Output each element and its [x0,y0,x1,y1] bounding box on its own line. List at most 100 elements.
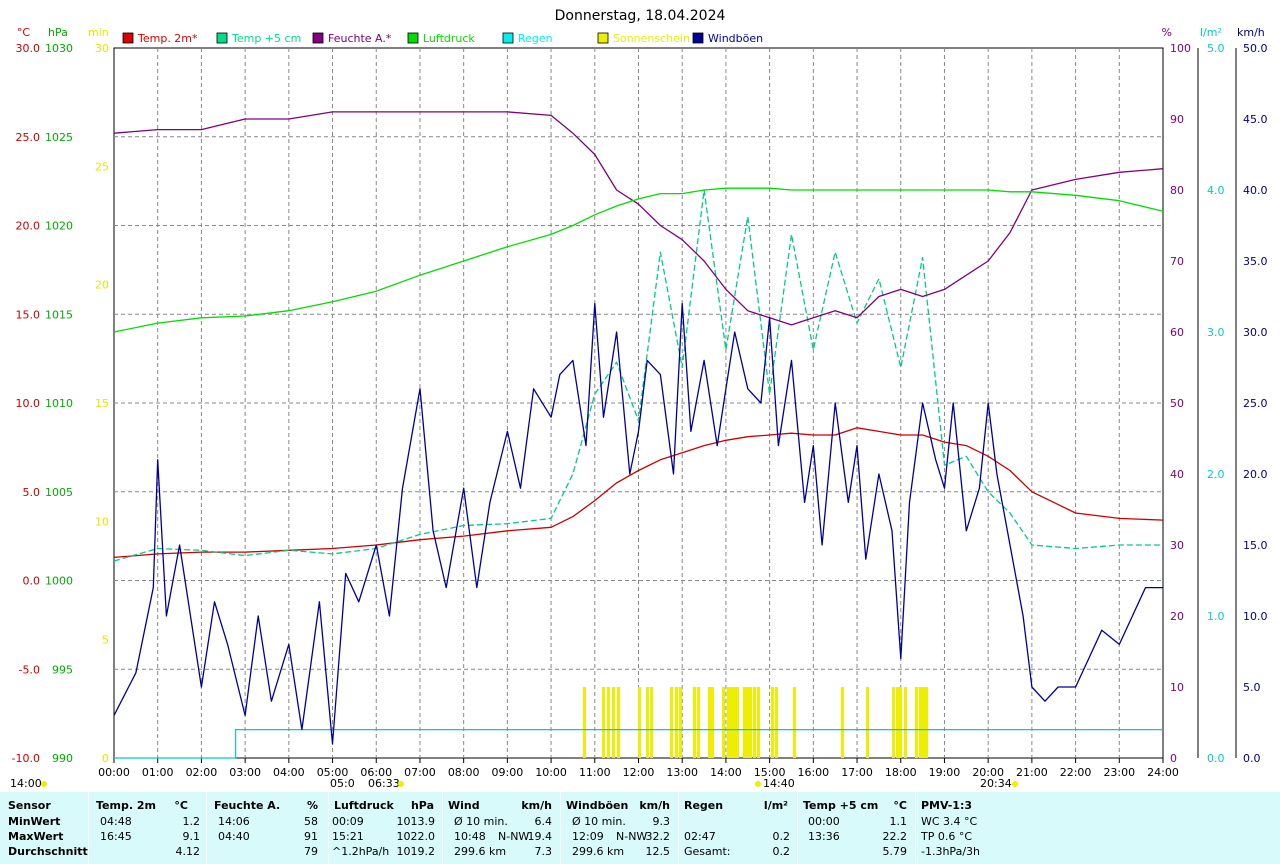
x-tick-label: 23:00 [1103,766,1135,779]
sun-event-marker [1012,781,1018,787]
x-tick-label: 00:00 [98,766,130,779]
stats-cell-time: 16:45 [100,830,132,843]
y-tick-label-temp_c: -10.0 [12,752,40,765]
chart-title: Donnerstag, 18.04.2024 [555,8,726,24]
stats-header: Feuchte A. [214,799,281,812]
y-tick-label-humidity_pct: 80 [1170,184,1184,197]
y-tick-label-wind_kmh: 45.0 [1243,113,1268,126]
stats-header: Regen [684,799,724,812]
stats-cell-time: 12:09 [572,830,604,843]
stats-cell-time: 299.6 km [454,845,507,858]
y-tick-label-pressure_hpa: 1000 [45,575,73,588]
sunshine-bar [736,687,739,758]
stats-cell-time: 13:36 [808,830,840,843]
stats-separator [442,792,443,864]
axis-title-humidity_pct: % [1162,26,1172,39]
stats-cell-value: 22.2 [882,830,908,843]
stats-separator [328,792,329,864]
axis-title-pressure_hpa: hPa [48,26,68,39]
y-tick-label-wind_kmh: 10.0 [1243,610,1268,623]
x-tick-label: 11:00 [579,766,611,779]
stats-cell-pmv: WC 3.4 °C [921,815,978,828]
stats-cell-value: 58 [304,815,318,828]
legend-swatch [407,32,419,44]
stats-row-label: MinWert [8,815,61,828]
sunshine-bar [646,687,649,758]
sunshine-bar [915,687,918,758]
legend-swatch [122,32,134,44]
y-tick-label-wind_kmh: 20.0 [1243,468,1268,481]
y-tick-label-sun_min: 0 [102,752,109,765]
sunshine-bar [675,687,678,758]
stats-cell-time: 10:48 [454,830,486,843]
sun-event-label: 14:40 [763,777,795,790]
axis-title-wind_kmh: km/h [1237,26,1265,39]
x-tick-label: 18:00 [885,766,917,779]
y-tick-label-wind_kmh: 30.0 [1243,326,1268,339]
legend-swatch [312,32,324,44]
y-tick-label-temp_c: 15.0 [16,308,41,321]
sunshine-bar [638,687,641,758]
sunshine-bar [650,687,653,758]
stats-cell-value: 9.3 [652,815,671,828]
x-tick-label: 13:00 [666,766,698,779]
y-tick-label-wind_kmh: 25.0 [1243,397,1268,410]
sunshine-bar [617,687,620,758]
y-tick-label-sun_min: 20 [95,279,109,292]
y-tick-label-rain_lm2: 5.0 [1207,42,1225,55]
x-tick-label: 08:00 [448,766,480,779]
legend-label: Feuchte A.* [328,32,392,45]
axis-title-temp_c: °C [17,26,31,39]
y-tick-label-wind_kmh: 35.0 [1243,255,1268,268]
stats-cell-time: 14:06 [218,815,250,828]
sunshine-bar [925,687,928,758]
stats-header-unit: hPa [410,799,434,812]
x-tick-label: 03:00 [229,766,261,779]
x-tick-label: 02:00 [186,766,218,779]
sun-event-label: 20:34 [980,777,1012,790]
y-tick-label-rain_lm2: 2.0 [1207,468,1225,481]
y-tick-label-humidity_pct: 90 [1170,113,1184,126]
legend-label: Regen [518,32,553,45]
y-tick-label-wind_kmh: 15.0 [1243,539,1268,552]
legend-swatch [502,32,514,44]
y-tick-label-wind_kmh: 50.0 [1243,42,1268,55]
stats-header-unit: km/h [521,799,552,812]
event-mark-label: 05:0 [330,777,355,790]
legend-swatch [692,32,704,44]
stats-cell-value: 32.2 [645,830,671,843]
stats-header: Luftdruck [334,799,394,812]
x-tick-label: 07:00 [404,766,436,779]
sunshine-bar [749,687,752,758]
stats-header: Sensor [8,799,51,812]
sunshine-bar [899,687,902,758]
sunshine-bar [727,687,730,758]
sun-event-marker [755,781,761,787]
stats-cell-value: 0.2 [772,830,791,843]
sunshine-bar [679,687,682,758]
stats-cell-value: 19.4 [527,830,553,843]
x-tick-label: 04:00 [273,766,305,779]
stats-cell-time: Ø 10 min. [572,815,626,828]
stats-cell-time: 02:47 [684,830,716,843]
x-tick-label: 16:00 [797,766,829,779]
legend-label: Temp. 2m* [137,32,198,45]
sunshine-bar [841,687,844,758]
stats-cell-value: 4.12 [175,845,201,858]
sunshine-bar [693,687,696,758]
stats-separator [797,792,798,864]
sunshine-bar [922,687,925,758]
y-tick-label-humidity_pct: 0 [1170,752,1177,765]
y-tick-label-humidity_pct: 10 [1170,681,1184,694]
y-tick-label-pressure_hpa: 1030 [45,42,73,55]
stats-cell-pmv: TP 0.6 °C [921,830,973,843]
y-tick-label-humidity_pct: 40 [1170,468,1184,481]
x-tick-label: 01:00 [142,766,174,779]
sunshine-bar [711,687,714,758]
legend-label: Luftdruck [423,32,475,45]
sun-event-marker [41,781,47,787]
y-tick-label-temp_c: 5.0 [23,486,41,499]
y-tick-label-humidity_pct: 70 [1170,255,1184,268]
sunshine-bar [866,687,869,758]
y-tick-label-rain_lm2: 1.0 [1207,610,1225,623]
